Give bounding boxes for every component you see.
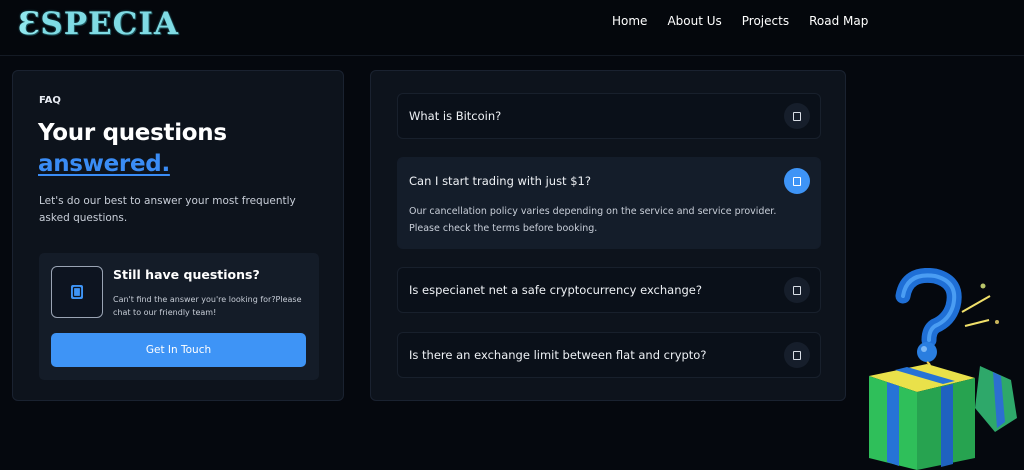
nav-road-map-link[interactable]: Road Map [809,14,868,28]
page-title: Your questions [38,120,227,146]
faq-question: Can I start trading with just $1? [409,174,591,188]
page-title-accent: answered. [38,151,170,177]
nav-about-us-link[interactable]: About Us [667,14,721,28]
faq-item-expanded[interactable]: Can I start trading with just $1? Our ca… [397,157,821,249]
nav-home-link[interactable]: Home [612,14,647,28]
logo-mark: Ɛ [18,6,41,42]
expand-toggle-icon[interactable] [784,342,810,368]
faq-answer: Our cancellation policy varies depending… [409,206,777,234]
collapse-toggle-icon[interactable] [784,168,810,194]
help-description: Can't find the answer you're looking for… [113,295,302,317]
faq-item[interactable]: Is especianet net a safe cryptocurrency … [397,267,821,313]
expand-toggle-icon[interactable] [784,103,810,129]
faq-question: What is Bitcoin? [409,109,502,123]
faq-question: Is there an exchange limit between flat … [409,348,707,362]
faq-intro-text: Let's do our best to answer your most fr… [39,195,296,224]
faq-item[interactable]: Is there an exchange limit between flat … [397,332,821,378]
chat-icon [51,266,103,318]
help-title: Still have questions? [113,267,260,282]
faq-question: Is especianet net a safe cryptocurrency … [409,283,702,297]
faq-item[interactable]: What is Bitcoin? [397,93,821,139]
faq-intro-card: FAQ Your questions answered. Let's do ou… [12,70,344,401]
brand-logo[interactable]: Ɛ SPECIA [18,6,179,42]
nav-projects-link[interactable]: Projects [742,14,789,28]
navbar: Ɛ SPECIA Home About Us Projects Road Map [0,0,1024,56]
help-box: Still have questions? Can't find the ans… [39,253,319,380]
logo-text: SPECIA [40,6,179,42]
faq-label: FAQ [39,95,61,106]
gift-box-illustration [869,268,1017,470]
expand-toggle-icon[interactable] [784,277,810,303]
get-in-touch-button[interactable]: Get In Touch [51,333,306,367]
main-nav: Home About Us Projects Road Map [612,14,868,28]
faq-accordion: What is Bitcoin? Can I start trading wit… [370,70,846,401]
